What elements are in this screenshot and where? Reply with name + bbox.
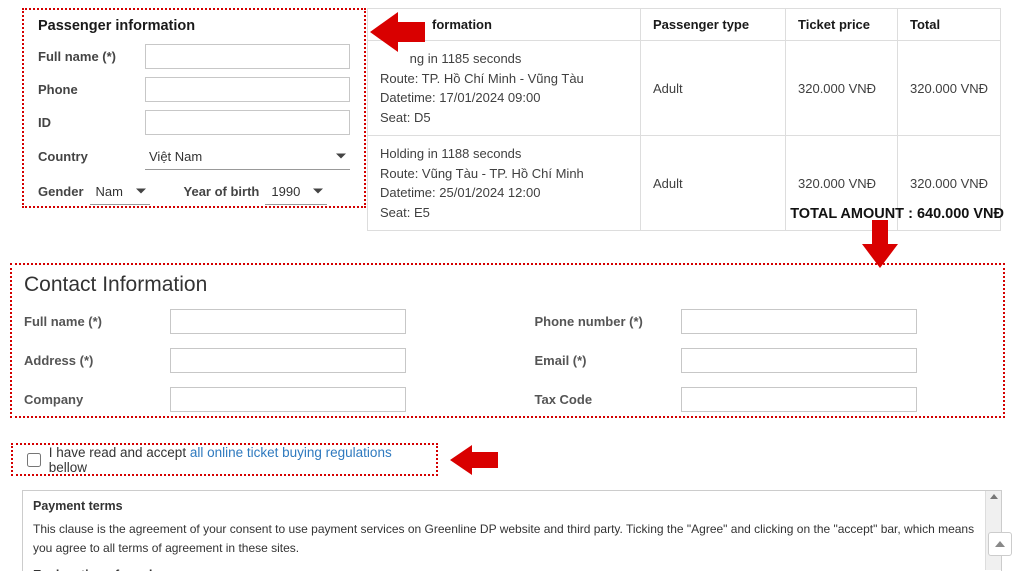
ptype-cell: Adult [641, 136, 786, 231]
chevron-down-icon [313, 189, 323, 194]
contact-info-panel: Contact Information Full name (*) Addres… [10, 263, 1005, 418]
contact-address-input[interactable] [170, 348, 406, 373]
terms-h1: Payment terms [33, 497, 987, 516]
contact-email-input[interactable] [681, 348, 917, 373]
contact-address-label: Address (*) [24, 353, 170, 368]
price-cell: 320.000 VNĐ [786, 41, 898, 136]
terms-scrollbar[interactable] [985, 491, 1001, 570]
contact-fullname-input[interactable] [170, 309, 406, 334]
gender-value: Nam [96, 184, 123, 199]
id-label: ID [38, 115, 145, 130]
agreement-row: I have read and accept all online ticket… [11, 443, 438, 476]
ticket-table: Route information Passenger type Ticket … [367, 8, 1001, 231]
agree-text: I have read and accept all online ticket… [49, 445, 426, 475]
contact-tax-label: Tax Code [535, 392, 681, 407]
country-select[interactable]: Việt Nam [145, 143, 350, 170]
scroll-up-icon [990, 494, 998, 499]
contact-heading: Contact Information [24, 273, 985, 297]
terms-panel: Payment terms This clause is the agreeme… [22, 490, 1002, 571]
phone-label: Phone [38, 82, 145, 97]
contact-phone-input[interactable] [681, 309, 917, 334]
yob-label: Year of birth [184, 184, 260, 199]
agree-checkbox[interactable] [27, 453, 41, 467]
th-total: Total [898, 9, 1001, 41]
contact-tax-input[interactable] [681, 387, 917, 412]
id-input[interactable] [145, 110, 350, 135]
fullname-input[interactable] [145, 44, 350, 69]
passenger-info-panel: Passenger information Full name (*) Phon… [22, 8, 366, 208]
passenger-info-heading: Passenger information [38, 18, 350, 34]
regulations-link[interactable]: all online ticket buying regulations [190, 445, 392, 460]
country-label: Country [38, 149, 145, 164]
total-amount: TOTAL AMOUNT : 640.000 VNĐ [790, 206, 1004, 222]
gender-select[interactable]: Nam [90, 178, 150, 205]
yob-value: 1990 [271, 184, 300, 199]
terms-h2: Explanation of words [33, 566, 987, 571]
fullname-label: Full name (*) [38, 49, 145, 64]
contact-company-input[interactable] [170, 387, 406, 412]
total-cell: 320.000 VNĐ [898, 41, 1001, 136]
chevron-down-icon [336, 154, 346, 159]
chevron-up-icon [995, 541, 1005, 547]
route-cell: Holding in 1185 seconds Route: TP. Hồ Ch… [368, 41, 641, 136]
route-cell: Holding in 1188 seconds Route: Vũng Tàu … [368, 136, 641, 231]
contact-email-label: Email (*) [535, 353, 681, 368]
gender-label: Gender [38, 184, 84, 199]
phone-input[interactable] [145, 77, 350, 102]
annotation-arrow-icon [450, 442, 498, 478]
scroll-top-button[interactable] [988, 532, 1012, 556]
terms-p1: This clause is the agreement of your con… [33, 520, 987, 557]
th-route: Route information [368, 9, 641, 41]
th-passenger-type: Passenger type [641, 9, 786, 41]
contact-phone-label: Phone number (*) [535, 314, 681, 329]
terms-textarea[interactable]: Payment terms This clause is the agreeme… [22, 490, 1002, 571]
contact-fullname-label: Full name (*) [24, 314, 170, 329]
table-row: Holding in 1185 seconds Route: TP. Hồ Ch… [368, 41, 1001, 136]
country-value: Việt Nam [149, 149, 202, 164]
contact-company-label: Company [24, 392, 170, 407]
yob-select[interactable]: 1990 [265, 178, 327, 205]
th-price: Ticket price [786, 9, 898, 41]
chevron-down-icon [136, 189, 146, 194]
ptype-cell: Adult [641, 41, 786, 136]
